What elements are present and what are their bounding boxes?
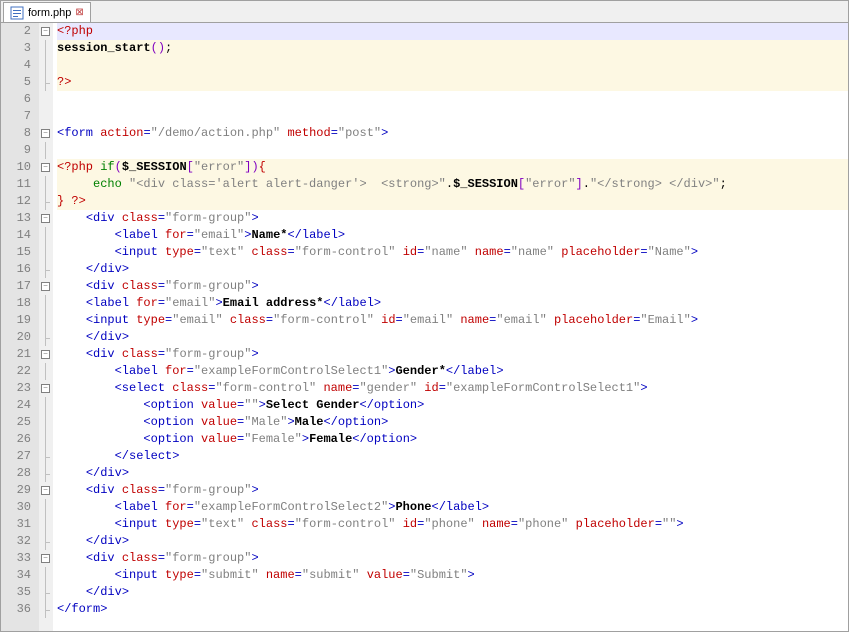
code-line[interactable]: <option value="Female">Female</option> <box>57 431 848 448</box>
code-line[interactable]: <label for="email">Name*</label> <box>57 227 848 244</box>
code-line[interactable] <box>57 57 848 74</box>
code-line[interactable]: session_start(); <box>57 40 848 57</box>
line-number: 33 <box>1 550 31 567</box>
tab-bar: form.php ⊠ <box>1 1 848 23</box>
code-line[interactable]: </div> <box>57 329 848 346</box>
code-line[interactable]: <option value="">Select Gender</option> <box>57 397 848 414</box>
code-line[interactable]: </div> <box>57 584 848 601</box>
code-line[interactable]: <input type="text" class="form-control" … <box>57 244 848 261</box>
line-number: 12 <box>1 193 31 210</box>
line-number-gutter: 2345678910111213141516171819202122232425… <box>1 23 39 631</box>
line-number: 14 <box>1 227 31 244</box>
line-number: 24 <box>1 397 31 414</box>
code-editor[interactable]: 2345678910111213141516171819202122232425… <box>1 23 848 631</box>
code-line[interactable]: echo "<div class='alert alert-danger'> <… <box>57 176 848 193</box>
code-line[interactable]: </div> <box>57 533 848 550</box>
line-number: 30 <box>1 499 31 516</box>
code-line[interactable] <box>57 142 848 159</box>
line-number: 17 <box>1 278 31 295</box>
line-number: 31 <box>1 516 31 533</box>
line-number: 13 <box>1 210 31 227</box>
line-number: 7 <box>1 108 31 125</box>
line-number: 26 <box>1 431 31 448</box>
code-line[interactable]: } ?> <box>57 193 848 210</box>
line-number: 6 <box>1 91 31 108</box>
line-number: 10 <box>1 159 31 176</box>
code-line[interactable]: <div class="form-group"> <box>57 278 848 295</box>
line-number: 11 <box>1 176 31 193</box>
line-number: 34 <box>1 567 31 584</box>
code-content[interactable]: <?phpsession_start(); ?> <form action="/de… <box>53 23 848 631</box>
code-line[interactable]: </select> <box>57 448 848 465</box>
code-line[interactable]: <label for="exampleFormControlSelect2">P… <box>57 499 848 516</box>
line-number: 28 <box>1 465 31 482</box>
line-number: 2 <box>1 23 31 40</box>
line-number: 16 <box>1 261 31 278</box>
code-line[interactable]: </div> <box>57 465 848 482</box>
fold-toggle-icon[interactable]: − <box>41 27 50 36</box>
code-line[interactable]: <input type="submit" name="submit" value… <box>57 567 848 584</box>
code-line[interactable]: <label for="email">Email address*</label… <box>57 295 848 312</box>
line-number: 23 <box>1 380 31 397</box>
fold-toggle-icon[interactable]: − <box>41 129 50 138</box>
fold-toggle-icon[interactable]: − <box>41 163 50 172</box>
line-number: 3 <box>1 40 31 57</box>
line-number: 15 <box>1 244 31 261</box>
code-line[interactable]: <form action="/demo/action.php" method="… <box>57 125 848 142</box>
fold-toggle-icon[interactable]: − <box>41 282 50 291</box>
line-number: 4 <box>1 57 31 74</box>
fold-toggle-icon[interactable]: − <box>41 554 50 563</box>
line-number: 22 <box>1 363 31 380</box>
close-icon[interactable]: ⊠ <box>75 7 83 18</box>
fold-gutter: − − − − − − − − − <box>39 23 53 631</box>
code-line[interactable]: <div class="form-group"> <box>57 482 848 499</box>
line-number: 20 <box>1 329 31 346</box>
code-line[interactable]: <div class="form-group"> <box>57 550 848 567</box>
line-number: 36 <box>1 601 31 618</box>
line-number: 8 <box>1 125 31 142</box>
code-line[interactable]: <select class="form-control" name="gende… <box>57 380 848 397</box>
code-line[interactable]: </div> <box>57 261 848 278</box>
line-number: 35 <box>1 584 31 601</box>
code-line[interactable]: <?php <box>57 23 848 40</box>
file-tab[interactable]: form.php ⊠ <box>3 2 91 22</box>
fold-toggle-icon[interactable]: − <box>41 350 50 359</box>
code-line[interactable]: <label for="exampleFormControlSelect1">G… <box>57 363 848 380</box>
code-line[interactable]: <input type="email" class="form-control"… <box>57 312 848 329</box>
line-number: 19 <box>1 312 31 329</box>
code-line[interactable] <box>57 91 848 108</box>
code-line[interactable]: <div class="form-group"> <box>57 346 848 363</box>
line-number: 5 <box>1 74 31 91</box>
line-number: 18 <box>1 295 31 312</box>
line-number: 29 <box>1 482 31 499</box>
code-line[interactable]: ?> <box>57 74 848 91</box>
line-number: 32 <box>1 533 31 550</box>
code-line[interactable] <box>57 108 848 125</box>
line-number: 9 <box>1 142 31 159</box>
line-number: 25 <box>1 414 31 431</box>
tab-filename: form.php <box>28 7 71 19</box>
php-file-icon <box>10 6 24 20</box>
line-number: 27 <box>1 448 31 465</box>
code-line[interactable]: <option value="Male">Male</option> <box>57 414 848 431</box>
fold-toggle-icon[interactable]: − <box>41 214 50 223</box>
editor-window: form.php ⊠ 23456789101112131415161718192… <box>0 0 849 632</box>
fold-toggle-icon[interactable]: − <box>41 384 50 393</box>
code-line[interactable]: </form> <box>57 601 848 618</box>
code-line[interactable]: <?php if($_SESSION["error"]){ <box>57 159 848 176</box>
fold-toggle-icon[interactable]: − <box>41 486 50 495</box>
line-number: 21 <box>1 346 31 363</box>
code-line[interactable]: <div class="form-group"> <box>57 210 848 227</box>
code-line[interactable]: <input type="text" class="form-control" … <box>57 516 848 533</box>
